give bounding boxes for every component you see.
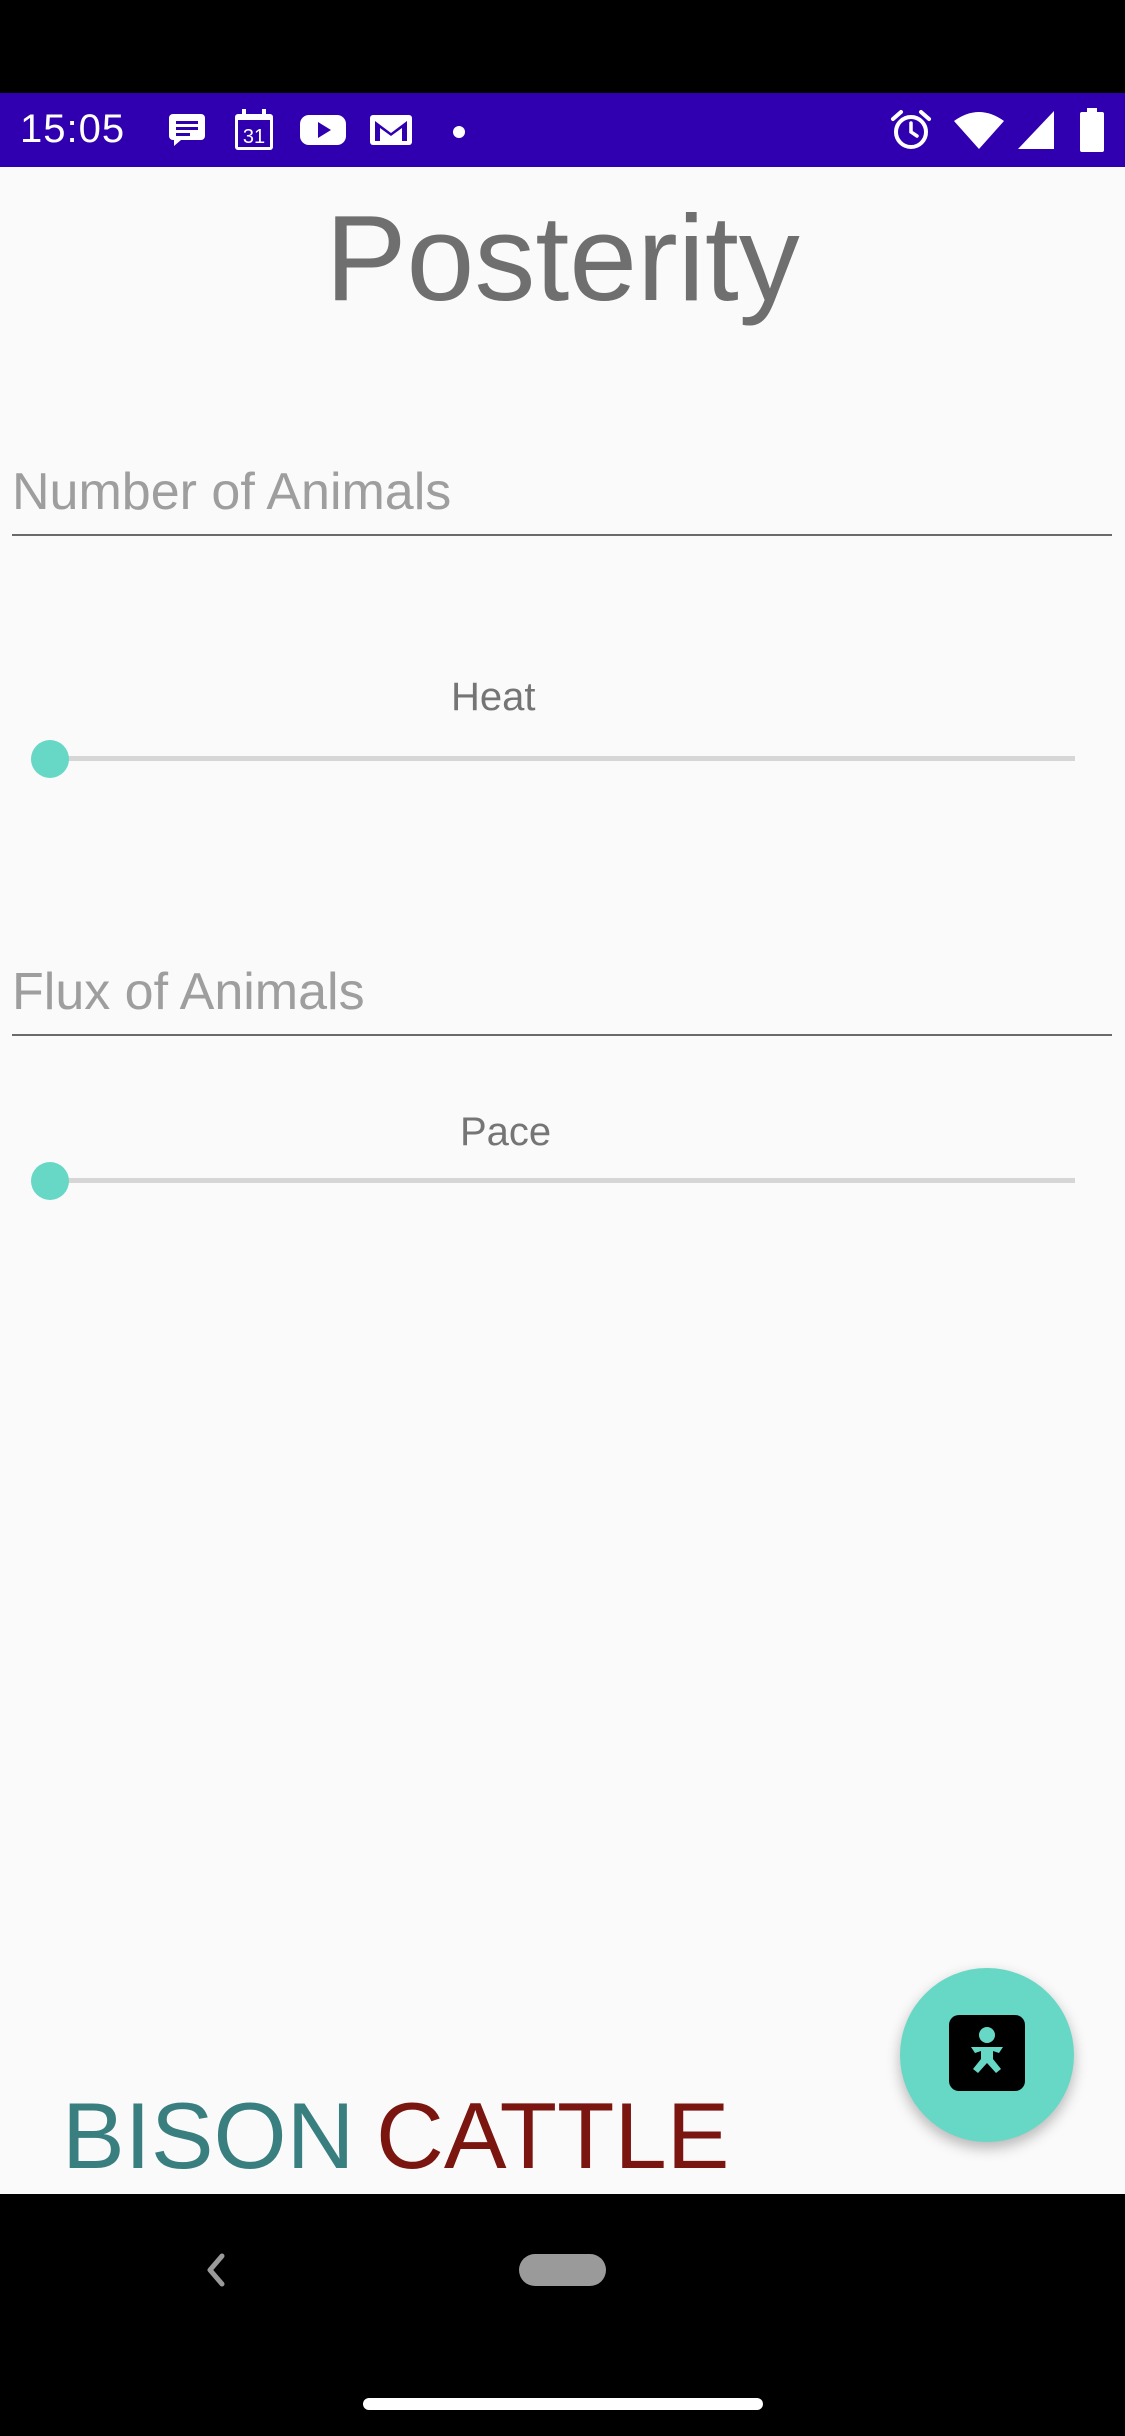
home-pill[interactable] [519, 2254, 606, 2286]
top-bezel [0, 0, 1125, 93]
heat-slider-label: Heat [451, 675, 536, 719]
cattle-label[interactable]: CATTLE [376, 2086, 729, 2186]
signal-icon [1018, 109, 1054, 151]
navigation-bar [0, 2194, 1125, 2436]
youtube-icon [300, 109, 346, 151]
wifi-icon [954, 109, 1004, 151]
message-icon [168, 109, 206, 151]
status-bar: 15:05 31 [0, 93, 1125, 167]
flux-of-animals-field[interactable]: Flux of Animals [12, 963, 1112, 1036]
number-of-animals-placeholder: Number of Animals [12, 463, 452, 521]
number-of-animals-field[interactable]: Number of Animals [12, 463, 1112, 536]
battery-icon [1080, 108, 1104, 152]
baby-icon [949, 2014, 1025, 2096]
flux-of-animals-placeholder: Flux of Animals [12, 963, 365, 1021]
back-icon[interactable] [200, 2250, 230, 2295]
bison-label[interactable]: BISON [62, 2086, 355, 2186]
page-title: Posterity [325, 190, 800, 326]
pace-slider-track[interactable] [50, 1178, 1075, 1183]
alarm-icon [890, 109, 932, 151]
gesture-bar [363, 2398, 763, 2410]
heat-slider-track[interactable] [50, 756, 1075, 761]
heat-slider-thumb[interactable] [31, 740, 69, 778]
fab-button[interactable] [900, 1968, 1074, 2142]
gmail-icon [370, 109, 412, 151]
dot-icon [453, 126, 465, 138]
pace-slider-thumb[interactable] [31, 1162, 69, 1200]
pace-slider-label: Pace [460, 1110, 552, 1154]
calendar-icon: 31 [234, 109, 274, 151]
status-time: 15:05 [20, 107, 126, 151]
svg-text:31: 31 [243, 126, 265, 148]
